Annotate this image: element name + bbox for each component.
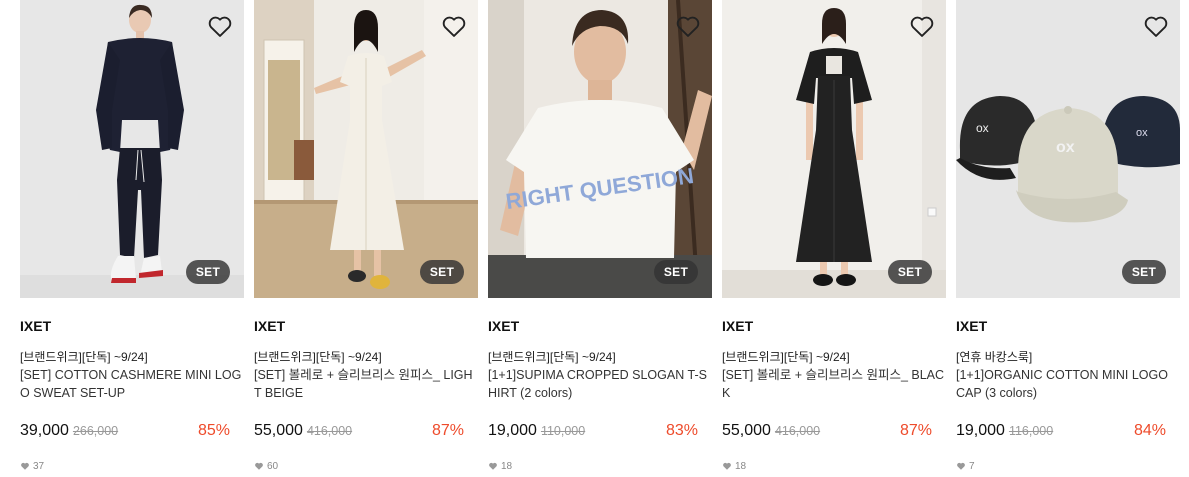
- price-row: 19,000 116,000 84%: [956, 422, 1180, 442]
- heart-filled-icon: [21, 462, 29, 470]
- discount-rate: 85%: [197, 422, 230, 439]
- model-slogan-tshirt-image: RIGHT QUESTION: [488, 0, 712, 298]
- heart-filled-icon: [957, 462, 965, 470]
- product-card[interactable]: RIGHT QUESTION SET IXET [브랜드위크][단독] ~9/2…: [488, 0, 712, 472]
- heart-filled-icon: [255, 462, 263, 470]
- heart-filled-icon: [723, 462, 731, 470]
- original-price: 116,000: [1008, 424, 1054, 438]
- like-count-value: 60: [267, 460, 279, 472]
- product-card[interactable]: SET IXET [브랜드위크][단독] ~9/24] [SET] COTTON…: [20, 0, 244, 472]
- brand-name[interactable]: IXET: [488, 318, 712, 334]
- promo-tag: [연휴 바캉스룩]: [956, 350, 1033, 364]
- brand-name[interactable]: IXET: [956, 318, 1180, 334]
- like-count: 60: [254, 460, 478, 472]
- svg-text:ox: ox: [976, 121, 989, 135]
- product-name[interactable]: [SET] COTTON CASHMERE MINI LOGO SWEAT SE…: [20, 366, 244, 402]
- sale-price: 39,000: [20, 422, 69, 439]
- product-name[interactable]: [1+1]SUPIMA CROPPED SLOGAN T-SHIRT (2 co…: [488, 366, 712, 402]
- product-image[interactable]: RIGHT QUESTION SET: [488, 0, 712, 298]
- product-name[interactable]: [SET] 볼레로 + 슬리브리스 원피스_ BLACK: [722, 366, 946, 402]
- promo-tag: [브랜드위크][단독] ~9/24]: [20, 350, 148, 364]
- wishlist-button[interactable]: [674, 12, 702, 40]
- model-navy-sweat-set-image: [20, 0, 244, 298]
- product-card[interactable]: SET IXET [브랜드위크][단독] ~9/24] [SET] 볼레로 + …: [722, 0, 946, 472]
- heart-filled-icon: [489, 462, 497, 470]
- original-price: 110,000: [540, 424, 586, 438]
- product-image[interactable]: ox ox ox SET: [956, 0, 1180, 298]
- model-black-dress-image: [722, 0, 946, 298]
- discount-rate: 87%: [899, 422, 932, 439]
- heart-outline-icon: [910, 16, 934, 37]
- product-grid: SET IXET [브랜드위크][단독] ~9/24] [SET] COTTON…: [20, 0, 1180, 472]
- sale-price: 55,000: [722, 422, 771, 439]
- brand-name[interactable]: IXET: [722, 318, 946, 334]
- sale-price: 19,000: [956, 422, 1005, 439]
- wishlist-button[interactable]: [440, 12, 468, 40]
- like-count-value: 7: [969, 460, 975, 472]
- discount-rate: 83%: [665, 422, 698, 439]
- heart-outline-icon: [442, 16, 466, 37]
- like-count: 7: [956, 460, 1180, 472]
- heart-outline-icon: [1144, 16, 1168, 37]
- like-count: 18: [488, 460, 712, 472]
- wishlist-button[interactable]: [206, 12, 234, 40]
- product-name[interactable]: [SET] 볼레로 + 슬리브리스 원피스_ LIGHT BEIGE: [254, 366, 478, 402]
- set-badge: SET: [654, 260, 698, 284]
- product-card[interactable]: ox ox ox SET IXET [연휴 바캉스룩] [1+1]ORGANIC…: [956, 0, 1180, 472]
- sale-price: 55,000: [254, 422, 303, 439]
- promo-tag: [브랜드위크][단독] ~9/24]: [488, 350, 616, 364]
- original-price: 416,000: [774, 424, 821, 438]
- discount-rate: 84%: [1133, 422, 1166, 439]
- original-price: 266,000: [72, 424, 119, 438]
- set-badge: SET: [1122, 260, 1166, 284]
- sale-price: 19,000: [488, 422, 537, 439]
- brand-name[interactable]: IXET: [20, 318, 244, 334]
- like-count: 18: [722, 460, 946, 472]
- three-caps-image: ox ox ox: [956, 0, 1180, 298]
- product-image[interactable]: SET: [254, 0, 478, 298]
- original-price: 416,000: [306, 424, 353, 438]
- wishlist-button[interactable]: [908, 12, 936, 40]
- svg-text:ox: ox: [1136, 127, 1148, 139]
- discount-rate: 87%: [431, 422, 464, 439]
- heart-outline-icon: [676, 16, 700, 37]
- like-count-value: 37: [33, 460, 45, 472]
- model-beige-dress-image: [254, 0, 478, 298]
- svg-text:ox: ox: [1056, 139, 1075, 156]
- set-badge: SET: [420, 260, 464, 284]
- price-row: 19,000 110,000 83%: [488, 422, 712, 442]
- product-image[interactable]: SET: [20, 0, 244, 298]
- heart-outline-icon: [208, 16, 232, 37]
- like-count-value: 18: [735, 460, 747, 472]
- product-card[interactable]: SET IXET [브랜드위크][단독] ~9/24] [SET] 볼레로 + …: [254, 0, 478, 472]
- brand-name[interactable]: IXET: [254, 318, 478, 334]
- promo-tag: [브랜드위크][단독] ~9/24]: [254, 350, 382, 364]
- wishlist-button[interactable]: [1142, 12, 1170, 40]
- like-count: 37: [20, 460, 244, 472]
- price-row: 39,000 266,000 85%: [20, 422, 244, 442]
- product-name[interactable]: [1+1]ORGANIC COTTON MINI LOGO CAP (3 col…: [956, 366, 1180, 402]
- price-row: 55,000 416,000 87%: [722, 422, 946, 442]
- set-badge: SET: [888, 260, 932, 284]
- product-image[interactable]: SET: [722, 0, 946, 298]
- price-row: 55,000 416,000 87%: [254, 422, 478, 442]
- promo-tag: [브랜드위크][단독] ~9/24]: [722, 350, 850, 364]
- like-count-value: 18: [501, 460, 513, 472]
- set-badge: SET: [186, 260, 230, 284]
